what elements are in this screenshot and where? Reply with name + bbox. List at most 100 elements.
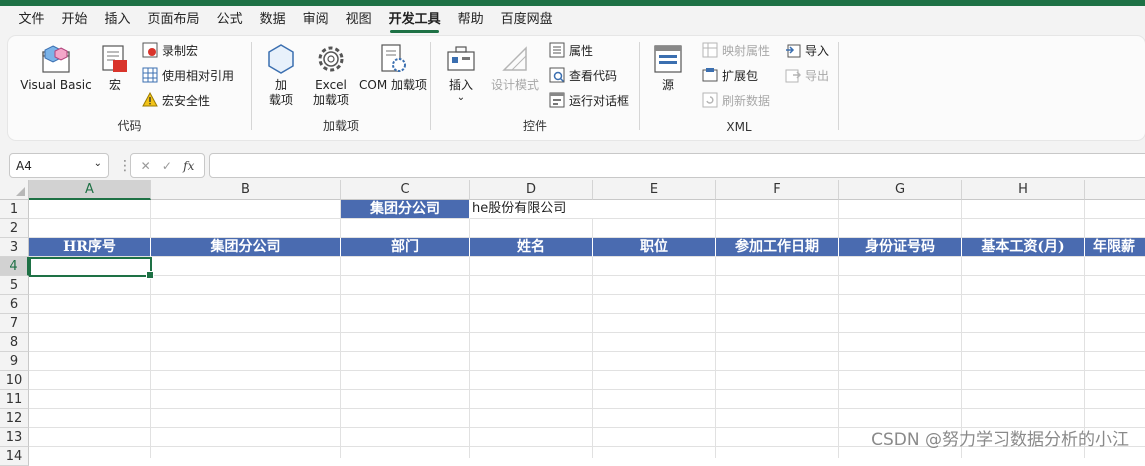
refresh-data-button[interactable]: 刷新数据 [702, 90, 770, 110]
ribbon-area: Visual Basic 宏 录制宏 [0, 34, 1145, 144]
com-addins-button[interactable]: COM 加载项 [358, 42, 428, 93]
relative-reference-label: 使用相对引用 [162, 67, 234, 84]
addins-icon [264, 42, 298, 76]
run-dialog-label: 运行对话框 [569, 92, 629, 109]
column-header-c[interactable]: C [341, 180, 470, 200]
macros-label: 宏 [109, 78, 121, 93]
spreadsheet-grid: A B C D E F G H 1 2 3 4 5 6 7 8 9 10 11 … [0, 180, 1145, 458]
header-cell-b3[interactable]: 集团分公司 [151, 238, 341, 257]
formula-actions: ✕ ✓ fx [130, 153, 205, 178]
name-box-value: A4 [16, 159, 32, 173]
macros-icon [98, 42, 132, 76]
group-xml-label: XML [640, 120, 838, 134]
macro-security-label: 宏安全性 [162, 92, 210, 109]
refresh-data-label: 刷新数据 [722, 92, 770, 109]
cell-d1[interactable]: he股份有限公司 [470, 200, 620, 219]
header-cell-i3[interactable]: 年限薪 [1085, 238, 1145, 257]
active-cell-a4[interactable] [29, 257, 152, 277]
tab-developer[interactable]: 开发工具 [380, 6, 449, 34]
map-properties-icon [702, 42, 718, 58]
group-controls: 插入 ⌄ 设计模式 属性 [431, 36, 639, 140]
column-header-d[interactable]: D [470, 180, 593, 200]
import-icon [785, 42, 801, 58]
xml-source-icon [651, 42, 685, 76]
chevron-down-icon: ⌄ [457, 93, 465, 103]
chevron-down-icon: ⌄ [94, 158, 102, 169]
design-mode-label: 设计模式 [491, 78, 539, 93]
column-header-g[interactable]: G [839, 180, 962, 200]
properties-button[interactable]: 属性 [549, 40, 593, 60]
design-mode-icon [498, 42, 532, 76]
excel-addins-label-1: Excel [315, 78, 347, 93]
header-cell-a3[interactable]: HR序号 [29, 238, 151, 257]
column-header-f[interactable]: F [716, 180, 839, 200]
tab-home[interactable]: 开始 [53, 6, 96, 34]
tab-review[interactable]: 审阅 [294, 6, 337, 34]
header-cell-d3[interactable]: 姓名 [470, 238, 593, 257]
group-addins-label: 加载项 [252, 117, 430, 134]
run-dialog-button[interactable]: 运行对话框 [549, 90, 629, 110]
view-code-button[interactable]: 查看代码 [549, 65, 617, 85]
gear-icon [314, 42, 348, 76]
insert-control-label: 插入 [449, 78, 473, 93]
tab-formulas[interactable]: 公式 [208, 6, 251, 34]
column-header-b[interactable]: B [151, 180, 341, 200]
column-header-a[interactable]: A [29, 180, 151, 200]
com-addins-icon [376, 42, 410, 76]
export-icon [785, 67, 801, 83]
excel-addins-button[interactable]: Excel 加载项 [308, 42, 354, 108]
insert-function-icon[interactable]: fx [183, 159, 194, 173]
xml-source-label: 源 [662, 78, 674, 93]
toolbox-icon [444, 42, 478, 76]
record-macro-button[interactable]: 录制宏 [142, 40, 198, 60]
header-cell-c3[interactable]: 部门 [341, 238, 470, 257]
menu-bar: 文件 开始 插入 页面布局 公式 数据 审阅 视图 开发工具 帮助 百度网盘 [0, 6, 1145, 34]
xml-source-button[interactable]: 源 [650, 42, 686, 93]
tab-help[interactable]: 帮助 [449, 6, 492, 34]
tab-insert[interactable]: 插入 [96, 6, 139, 34]
relative-reference-icon [142, 67, 158, 83]
tab-page-layout[interactable]: 页面布局 [139, 6, 208, 34]
visual-basic-icon [39, 42, 73, 76]
record-macro-icon [142, 42, 158, 58]
addins-button[interactable]: 加 载项 [262, 42, 300, 108]
design-mode-button[interactable]: 设计模式 [487, 42, 543, 93]
visual-basic-button[interactable]: Visual Basic [20, 42, 92, 93]
visual-basic-label: Visual Basic [20, 78, 91, 93]
group-code: Visual Basic 宏 录制宏 [8, 36, 251, 140]
cancel-icon[interactable]: ✕ [141, 159, 151, 173]
tab-data[interactable]: 数据 [251, 6, 294, 34]
macros-button[interactable]: 宏 [98, 42, 132, 93]
com-addins-label: COM 加载项 [359, 78, 427, 93]
macro-security-button[interactable]: 宏安全性 [142, 90, 210, 110]
insert-control-button[interactable]: 插入 ⌄ [441, 42, 481, 103]
formula-input[interactable] [209, 153, 1145, 178]
column-header-h[interactable]: H [962, 180, 1085, 200]
name-box[interactable]: A4 ⌄ [9, 153, 109, 178]
header-cell-g3[interactable]: 身份证号码 [839, 238, 962, 257]
tab-baidu-netdisk[interactable]: 百度网盘 [492, 6, 561, 34]
cell-c1[interactable]: 集团分公司 [341, 200, 470, 219]
confirm-icon[interactable]: ✓ [162, 159, 172, 173]
map-properties-button[interactable]: 映射属性 [702, 40, 770, 60]
tab-view[interactable]: 视图 [337, 6, 380, 34]
header-cell-f3[interactable]: 参加工作日期 [716, 238, 839, 257]
group-xml: 源 映射属性 扩展包 [640, 36, 838, 140]
addins-label-1: 加 [275, 78, 287, 93]
column-header-e[interactable]: E [593, 180, 716, 200]
header-cell-h3[interactable]: 基本工资(月) [962, 238, 1085, 257]
import-button[interactable]: 导入 [785, 40, 829, 60]
refresh-icon [702, 92, 718, 108]
export-button[interactable]: 导出 [785, 65, 829, 85]
header-cell-e3[interactable]: 职位 [593, 238, 716, 257]
tab-file[interactable]: 文件 [10, 6, 53, 34]
column-header-i[interactable] [1085, 180, 1145, 200]
addins-label-2: 载项 [269, 93, 293, 108]
relative-reference-button[interactable]: 使用相对引用 [142, 65, 234, 85]
record-macro-label: 录制宏 [162, 42, 198, 59]
view-code-label: 查看代码 [569, 67, 617, 84]
expansion-packs-button[interactable]: 扩展包 [702, 65, 758, 85]
group-controls-label: 控件 [431, 117, 639, 134]
select-all-button[interactable] [0, 180, 29, 200]
properties-label: 属性 [569, 42, 593, 59]
